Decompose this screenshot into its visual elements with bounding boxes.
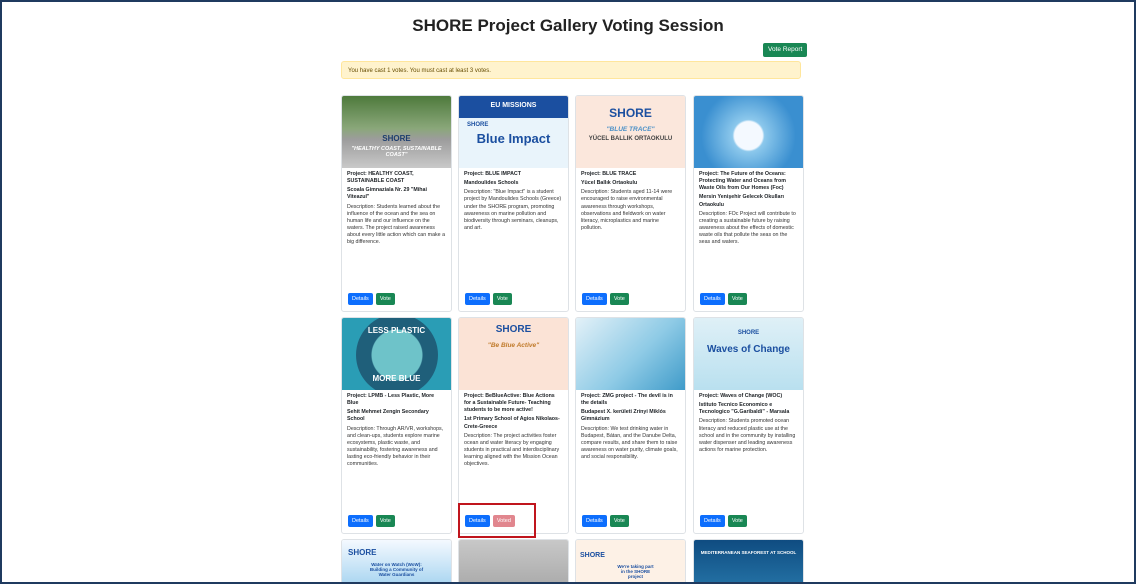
thumbnail-caption: Water on Watch (WoW): Building a Communi… [369, 562, 424, 577]
project-thumbnail: SHORE Waves of Change [694, 318, 803, 390]
project-card: SHORE Waves of Change Project: Waves of … [693, 317, 804, 534]
details-button[interactable]: Details [582, 515, 607, 527]
details-button[interactable]: Details [700, 293, 725, 305]
project-thumbnail: EU MISSIONS SHORE Blue Impact [459, 96, 568, 168]
vote-count-alert: You have cast 1 votes. You must cast at … [341, 61, 801, 79]
thumbnail-bottom-text: MORE BLUE [372, 374, 421, 383]
project-card: SHORE We're taking part in the SHORE pro… [575, 539, 686, 582]
vote-report-button[interactable]: Vote Report [763, 43, 808, 57]
project-card [458, 539, 569, 582]
school-name: Mandoulides Schools [464, 180, 519, 187]
details-button[interactable]: Details [348, 515, 373, 527]
thumbnail-logo-text: SHORE [495, 324, 532, 335]
school-name: Mersin Yenişehir Gelecek Okulları Ortaok… [699, 194, 784, 208]
project-title: Project: LPMB - Less Plastic, More Blue [347, 393, 435, 407]
school-name: Budapest X. kerületi Zrínyi Miklós Gimná… [581, 409, 666, 423]
project-card: SHORE "BLUE TRACE" YÜCEL BALLIK ORTAOKUL… [575, 95, 686, 312]
project-card: SHORE Water on Watch (WoW): Building a C… [341, 539, 452, 582]
project-card: SHORE "Be Blue Active" Project: BeBlueAc… [458, 317, 569, 534]
vote-button[interactable]: Vote [375, 515, 395, 527]
project-card: Project: The Future of the Oceans: Prote… [693, 95, 804, 312]
details-button[interactable]: Details [465, 293, 490, 305]
project-thumbnail: SHORE "BLUE TRACE" YÜCEL BALLIK ORTAOKUL… [576, 96, 685, 168]
project-description: Description: "Blue Impact" is a student … [464, 189, 562, 231]
project-thumbnail [459, 540, 568, 582]
project-title: Project: ZMG project - The devil is in t… [581, 393, 673, 407]
project-thumbnail: MEDITERRANEAN SEAFOREST AT SCHOOL [694, 540, 803, 582]
thumbnail-title-text: MEDITERRANEAN SEAFOREST AT SCHOOL [700, 550, 797, 555]
details-button[interactable]: Details [700, 515, 725, 527]
school-name: Istituto Tecnico Economico e Tecnologico… [699, 402, 790, 416]
project-description: Description: FOc Project will contribute… [699, 210, 796, 246]
vote-button[interactable]: Vote [609, 515, 629, 527]
project-title: Project: The Future of the Oceans: Prote… [699, 171, 786, 192]
thumbnail-logo-text: SHORE [467, 122, 489, 128]
project-card: LESS PLASTIC MORE BLUE Project: LPMB - L… [341, 317, 452, 534]
thumbnail-top-text: LESS PLASTIC [367, 326, 426, 335]
details-button[interactable]: Details [348, 293, 373, 305]
project-description: Description: Students learned about the … [347, 203, 446, 246]
vote-button[interactable]: Vote [727, 515, 747, 527]
project-thumbnail [576, 318, 685, 390]
project-description: Description: Students promoted ocean lit… [699, 418, 796, 453]
thumbnail-title-text: Blue Impact [476, 131, 551, 146]
vote-button[interactable]: Vote [492, 293, 512, 305]
project-card: EU MISSIONS SHORE Blue Impact Project: B… [458, 95, 569, 312]
thumbnail-logo-text: SHORE [382, 134, 411, 143]
page: SHORE Project Gallery Voting Session Vot… [0, 0, 1136, 584]
details-button[interactable]: Details [582, 293, 607, 305]
thumbnail-logo-text: SHORE [609, 106, 652, 120]
project-description: Description: We test drinking water in B… [581, 425, 678, 461]
vote-button[interactable]: Vote [609, 293, 629, 305]
thumbnail-caption: "BLUE TRACE" [606, 126, 655, 133]
project-title: Project: Waves of Change (WOC) [699, 393, 783, 399]
thumbnail-banner-text: EU MISSIONS [490, 102, 537, 109]
project-thumbnail: SHORE "Be Blue Active" [459, 318, 568, 390]
thumbnail-title-text: Waves of Change [707, 344, 790, 355]
page-title: SHORE Project Gallery Voting Session [412, 16, 724, 35]
project-thumbnail: LESS PLASTIC MORE BLUE [342, 318, 451, 390]
school-name: Sehit Mehmet Zengin Secondary School [347, 409, 429, 423]
project-title: Project: BLUE TRACE [581, 171, 637, 177]
thumbnail-logo-text: SHORE [348, 548, 377, 557]
thumbnail-logo-text: SHORE [580, 552, 605, 559]
thumbnail-caption: "Be Blue Active" [487, 342, 540, 349]
project-title: Project: BLUE IMPACT [464, 171, 521, 177]
project-card: Project: ZMG project - The devil is in t… [575, 317, 686, 534]
project-thumbnail [694, 96, 803, 168]
school-name: Scoala Gimnaziala Nr. 29 "Mihai Viteazul… [347, 187, 427, 201]
school-name: Yücel Ballık Ortaokulu [581, 180, 638, 187]
project-title: Project: BeBlueActive: Blue Actions for … [464, 393, 555, 414]
voted-highlight-box [458, 503, 536, 538]
thumbnail-caption: "HEALTHY COAST, SUSTAINABLE COAST" [351, 146, 442, 158]
project-description: Description: The project activities fost… [464, 432, 560, 468]
thumbnail-logo-text: SHORE [737, 330, 760, 336]
project-description: Description: Through AR/VR, workshops, a… [347, 425, 444, 468]
vote-button[interactable]: Vote [375, 293, 395, 305]
project-thumbnail: SHORE Water on Watch (WoW): Building a C… [342, 540, 451, 582]
project-card: MEDITERRANEAN SEAFOREST AT SCHOOL [693, 539, 804, 582]
thumbnail-school-text: YÜCEL BALLIK ORTAOKULU [588, 136, 673, 142]
school-name: 1st Primary School of Agios Nikolaos-Cre… [464, 416, 560, 430]
project-thumbnail: SHORE We're taking part in the SHORE pro… [576, 540, 685, 582]
vote-button[interactable]: Vote [727, 293, 747, 305]
project-card: SHORE "HEALTHY COAST, SUSTAINABLE COAST"… [341, 95, 452, 312]
project-thumbnail: SHORE "HEALTHY COAST, SUSTAINABLE COAST" [342, 96, 451, 168]
thumbnail-caption: We're taking part in the SHORE project [617, 564, 654, 579]
project-title: Project: HEALTHY COAST, SUSTAINABLE COAS… [347, 171, 414, 185]
project-description: Description: Students aged 11-14 were en… [581, 189, 673, 231]
